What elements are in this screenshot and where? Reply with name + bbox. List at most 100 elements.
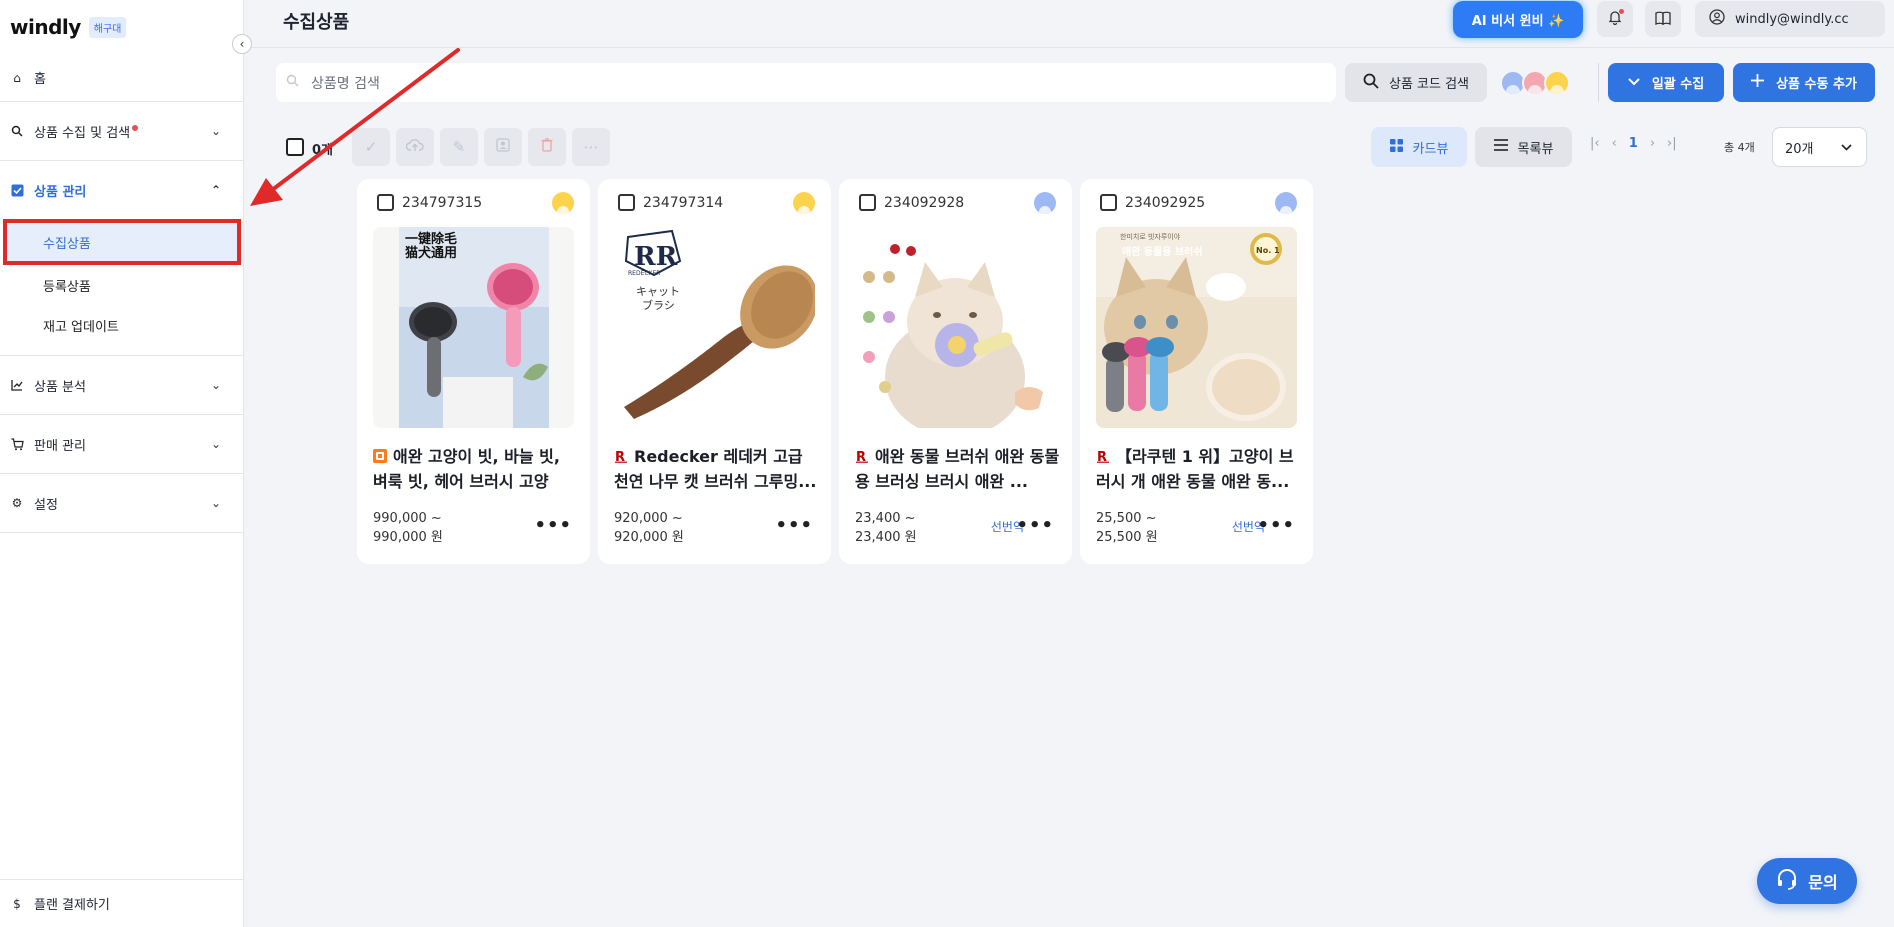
sub-menu: 수집상품 등록상품 재고 업데이트 xyxy=(0,219,243,355)
selected-count: 0개 xyxy=(312,143,334,158)
sidebar-item-label: 상품 분석 xyxy=(34,379,86,395)
team-avatars[interactable] xyxy=(1500,70,1570,96)
user-card-icon xyxy=(496,138,510,156)
select-all-checkbox[interactable] xyxy=(286,138,304,156)
product-checkbox[interactable] xyxy=(859,194,876,211)
product-title[interactable]: R 애완 동물 브러쉬 애완 동물 용 브러싱 브러시 애완 ... xyxy=(855,444,1060,494)
sidebar-item-sales-manage[interactable]: 판매 관리 ⌄ xyxy=(0,415,243,473)
pencil-icon: ✎ xyxy=(452,138,466,156)
product-image[interactable] xyxy=(855,227,1056,428)
svg-text:R: R xyxy=(615,450,625,463)
assign-button[interactable] xyxy=(484,128,522,166)
product-card[interactable]: 234092928 R 애완 동물 브러쉬 애완 동물 용 브러싱 브러시 애완… xyxy=(839,179,1072,564)
product-checkbox[interactable] xyxy=(1100,194,1117,211)
dollar-icon: $ xyxy=(13,896,21,911)
svg-text:R: R xyxy=(1097,450,1107,463)
current-page[interactable]: 1 xyxy=(1629,136,1638,151)
nav-group-settings: ⚙ 설정 ⌄ xyxy=(0,474,243,533)
sidebar-item-plan-payment[interactable]: $ 플랜 결제하기 xyxy=(0,879,243,927)
owner-avatar[interactable] xyxy=(1034,191,1056,214)
ai-assistant-button[interactable]: AI 비서 윈비 ✨ xyxy=(1453,1,1583,38)
avatar xyxy=(1544,70,1570,96)
edit-button[interactable]: ✎ xyxy=(440,128,478,166)
first-page-icon[interactable]: |‹ xyxy=(1590,136,1600,151)
image-caption: 애완 동물용 브러쉬 xyxy=(1122,245,1203,258)
list-view-toggle[interactable]: 목록뷰 xyxy=(1475,127,1572,167)
product-title[interactable]: R 【라쿠텐 1 위】고양이 브러시 개 애완 동물 애완 동... xyxy=(1096,444,1301,494)
button-label: 상품 수동 추가 xyxy=(1776,77,1857,92)
image-badge-text: No. 1 xyxy=(1256,246,1280,255)
product-code-search-button[interactable]: 상품 코드 검색 xyxy=(1345,63,1487,102)
book-icon xyxy=(1655,10,1671,29)
pagination: |‹ ‹ 1 › ›| xyxy=(1590,136,1677,151)
user-menu-button[interactable]: windly@windly.cc xyxy=(1695,1,1885,37)
more-options-button[interactable]: ••• xyxy=(534,515,572,536)
check-button[interactable]: ✓ xyxy=(352,128,390,166)
sidebar-collapse-button[interactable]: ‹ xyxy=(232,34,252,54)
nav-group-analysis: 상품 분석 ⌄ xyxy=(0,356,243,415)
list-icon xyxy=(1493,139,1508,155)
bulk-collect-button[interactable]: 일괄 수집 xyxy=(1608,63,1724,102)
owner-avatar[interactable] xyxy=(793,191,815,214)
sidebar-item-collect-search[interactable]: 상품 수집 및 검색 ⌄ xyxy=(0,102,243,160)
cart-icon xyxy=(10,437,24,451)
more-actions-button[interactable]: ⋯ xyxy=(572,128,610,166)
sidebar: windly 해구대 ⌂ 홈 상품 수집 및 검색 ⌄ 상품 관리 ⌃ 수집상품… xyxy=(0,0,244,927)
search-input[interactable]: 상품명 검색 xyxy=(311,73,380,93)
svg-text:R: R xyxy=(856,450,866,463)
upload-button[interactable] xyxy=(396,128,434,166)
more-options-button[interactable]: ••• xyxy=(1016,515,1054,536)
help-inquiry-button[interactable]: 문의 xyxy=(1757,858,1857,904)
card-view-toggle[interactable]: 카드뷰 xyxy=(1371,127,1467,167)
product-image[interactable]: RR REDECKER キャット ブラシ xyxy=(614,227,815,428)
sidebar-item-stock-update[interactable]: 재고 업데이트 xyxy=(0,305,243,345)
rakuten-icon: R xyxy=(615,450,627,463)
sidebar-item-settings[interactable]: ⚙ 설정 ⌄ xyxy=(0,474,243,532)
price-range: 23,400 ~ 23,400 원 xyxy=(855,509,917,547)
chevron-down-icon: ⌄ xyxy=(210,124,221,138)
search-icon xyxy=(10,124,24,138)
user-icon xyxy=(1709,9,1725,29)
sidebar-item-collected-products[interactable]: 수집상품 xyxy=(3,219,241,265)
chevron-down-icon: ⌄ xyxy=(210,437,221,451)
product-card[interactable]: 234797314 RR REDECKER キャット ブラシ R Redecker… xyxy=(598,179,831,564)
per-page-select[interactable]: 20개 xyxy=(1772,127,1867,167)
more-options-button[interactable]: ••• xyxy=(1257,515,1295,536)
price-max: 25,500 원 xyxy=(1096,530,1158,545)
delete-button[interactable] xyxy=(528,128,566,166)
product-image[interactable]: 一键除毛 猫犬通用 xyxy=(373,227,574,428)
notification-button[interactable] xyxy=(1597,1,1633,37)
more-options-button[interactable]: ••• xyxy=(775,515,813,536)
product-id: 234797315 xyxy=(402,194,483,211)
sidebar-item-product-manage[interactable]: 상품 관리 ⌃ xyxy=(0,161,243,219)
bulk-action-toolbar: ✓ ✎ ⋯ xyxy=(352,128,610,166)
windly-logo[interactable]: windly xyxy=(10,15,81,39)
sidebar-item-registered-products[interactable]: 등록상품 xyxy=(0,265,243,305)
owner-avatar[interactable] xyxy=(1275,191,1297,214)
product-title[interactable]: R Redecker 레데커 고급 천연 나무 캣 브러쉬 그루밍... xyxy=(614,444,819,494)
manual-add-product-button[interactable]: 상품 수동 추가 xyxy=(1733,63,1875,102)
prev-page-icon[interactable]: ‹ xyxy=(1612,136,1617,151)
sidebar-item-product-analysis[interactable]: 상품 분석 ⌄ xyxy=(0,356,243,414)
product-checkbox[interactable] xyxy=(377,194,394,211)
price-max: 23,400 원 xyxy=(855,530,917,545)
product-id: 234092925 xyxy=(1125,194,1206,211)
product-image[interactable]: No. 1 한미치로 빗자루이야 애완 동물용 브러쉬 xyxy=(1096,227,1297,428)
price-range: 920,000 ~ 920,000 원 xyxy=(614,509,684,547)
next-page-icon[interactable]: › xyxy=(1650,136,1655,151)
check-icon: ✓ xyxy=(364,138,378,156)
notification-dot xyxy=(1619,9,1624,14)
user-email: windly@windly.cc xyxy=(1735,11,1849,27)
product-title[interactable]: 애완 고양이 빗, 바늘 빗, 벼룩 빗, 헤어 브러시 고양이... xyxy=(373,444,578,494)
product-name-search[interactable]: 상품명 검색 xyxy=(276,63,1336,102)
product-card[interactable]: 234092925 No. 1 한미치로 빗자루이야 애완 동물용 브러쉬 R … xyxy=(1080,179,1313,564)
last-page-icon[interactable]: ›| xyxy=(1667,136,1677,151)
sidebar-item-home[interactable]: ⌂ 홈 xyxy=(0,54,243,102)
price-min: 920,000 ~ xyxy=(614,511,683,526)
product-card[interactable]: 234797315 一键除毛 猫犬通用 애완 고양이 빗, 바늘 빗, 벼룩 빗… xyxy=(357,179,590,564)
owner-avatar[interactable] xyxy=(552,191,574,214)
guide-button[interactable] xyxy=(1645,1,1681,37)
price-max: 920,000 원 xyxy=(614,530,684,545)
product-checkbox[interactable] xyxy=(618,194,635,211)
price-max: 990,000 원 xyxy=(373,530,443,545)
